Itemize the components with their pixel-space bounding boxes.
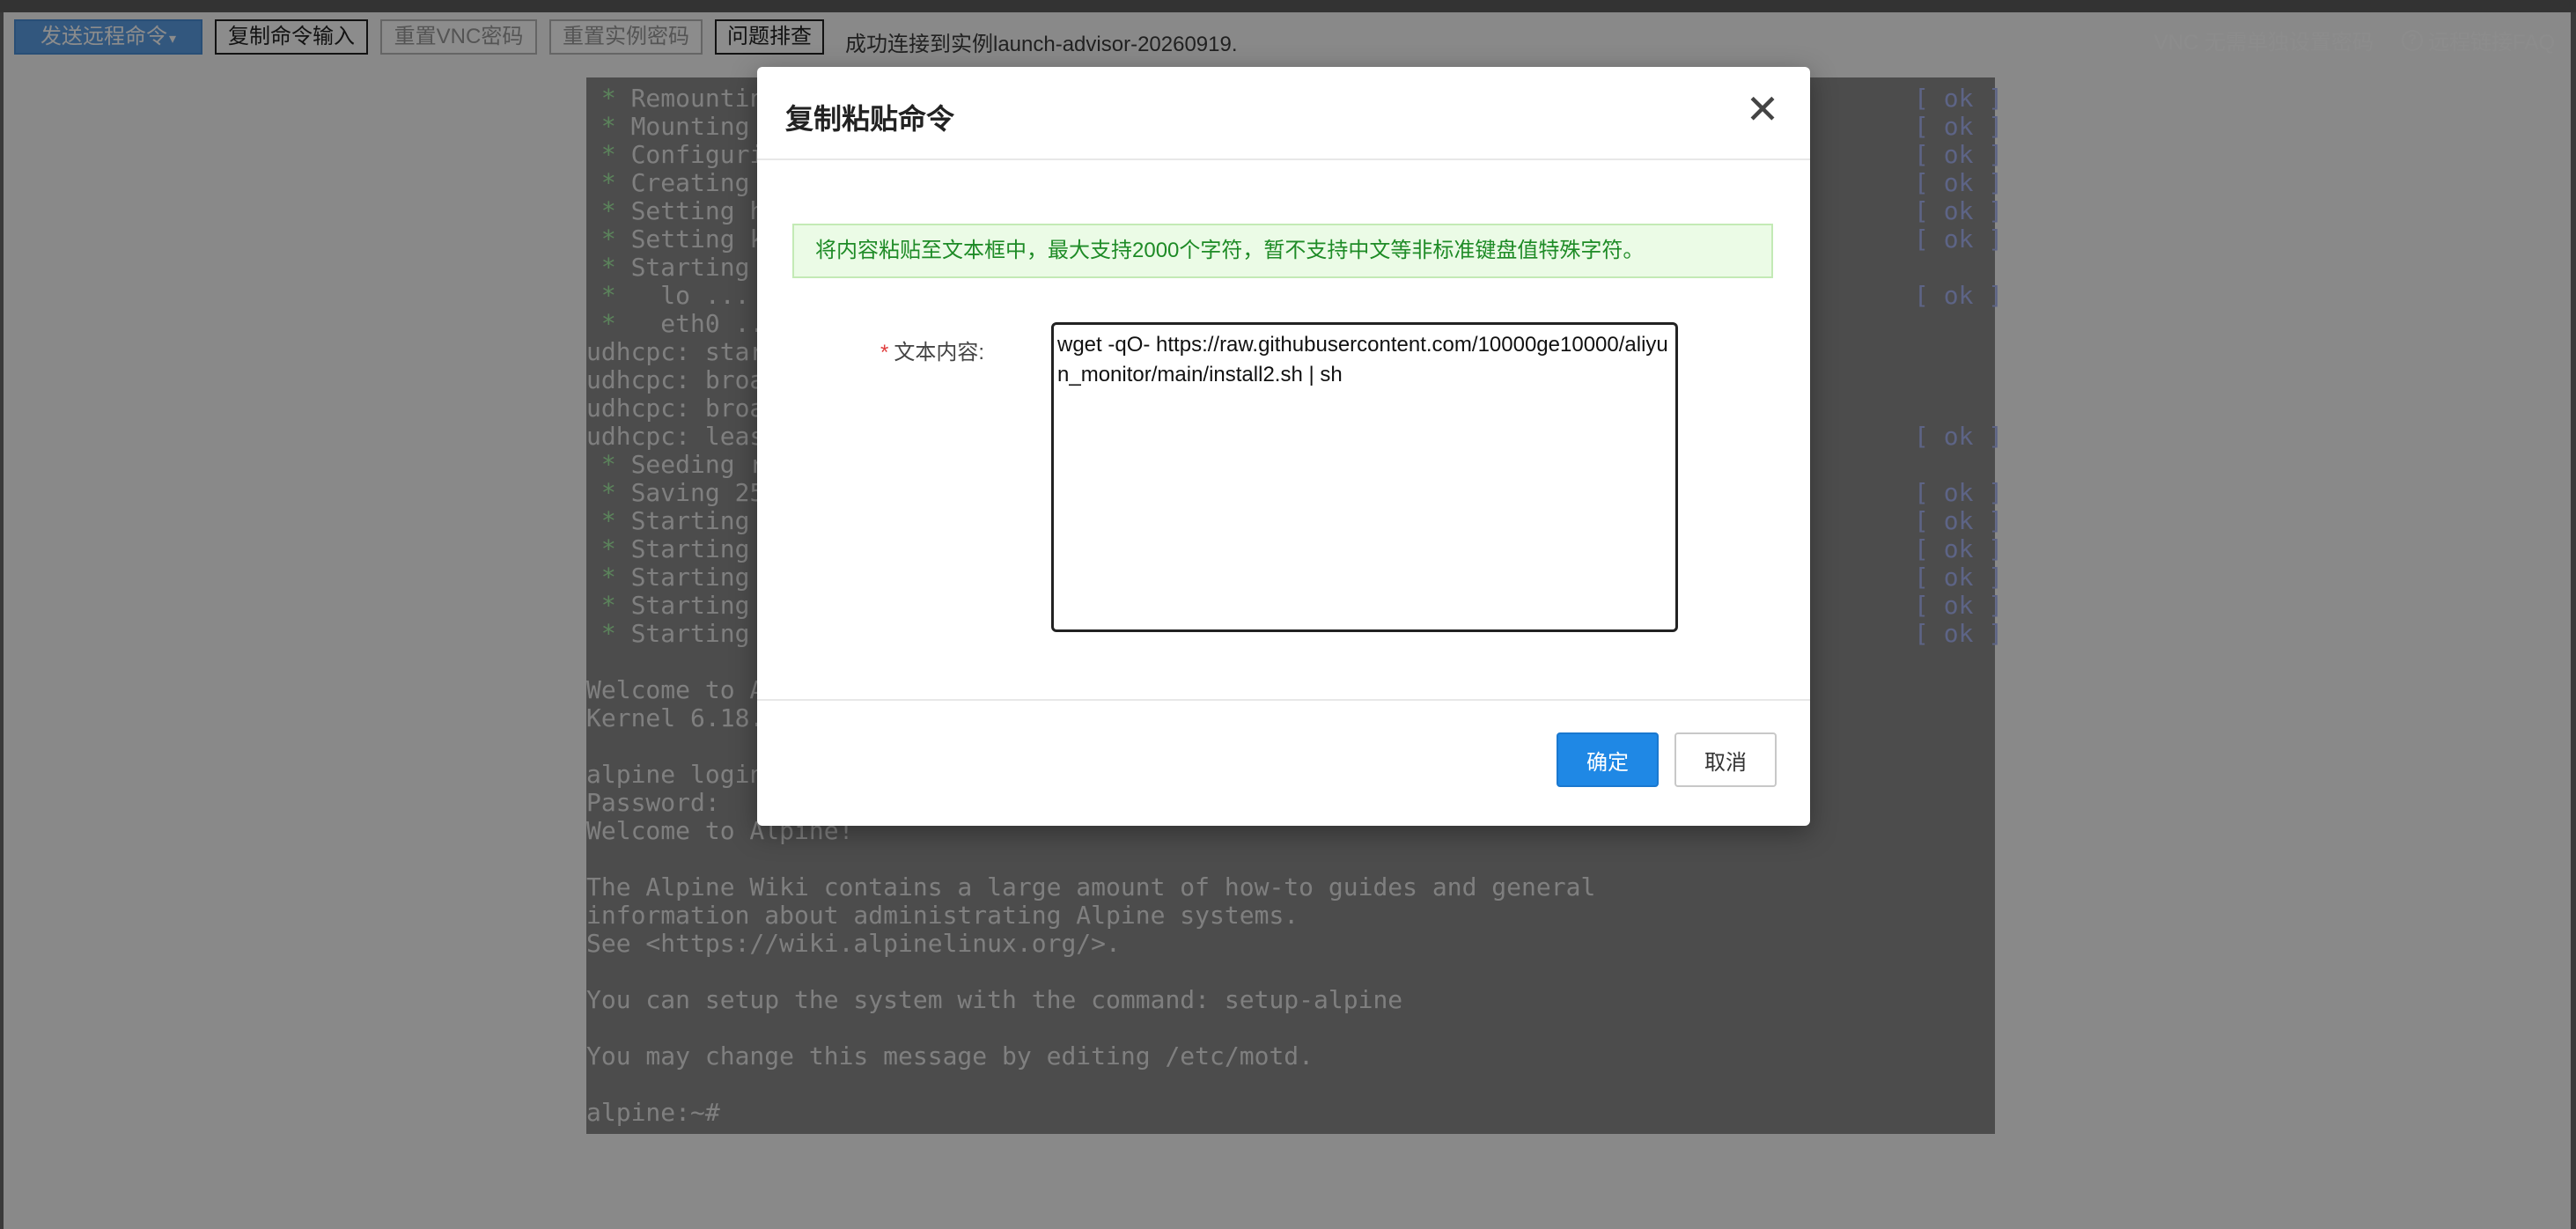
text-content-label: * 文本内容: <box>880 335 984 365</box>
copy-paste-dialog: 复制粘贴命令 ✕ 将内容粘贴至文本框中，最大支持2000个字符，暂不支持中文等非… <box>757 67 1810 826</box>
dialog-header: 复制粘贴命令 ✕ <box>757 67 1810 160</box>
dialog-title: 复制粘贴命令 <box>785 103 955 135</box>
confirm-button[interactable]: 确定 <box>1557 732 1659 787</box>
cancel-button[interactable]: 取消 <box>1674 732 1777 787</box>
close-icon[interactable]: ✕ <box>1741 88 1784 130</box>
field-label-text: 文本内容: <box>894 341 985 364</box>
dialog-footer: 确定 取消 <box>757 699 1810 826</box>
text-content-input[interactable]: wget -qO- https://raw.githubusercontent.… <box>1051 322 1678 632</box>
vnc-console: 发送远程命令 ▾ 复制命令输入 重置VNC密码 重置实例密码 问题排查 成功连接到… <box>4 12 2571 1229</box>
window-frame <box>0 0 2576 12</box>
notice-banner: 将内容粘贴至文本框中，最大支持2000个字符，暂不支持中文等非标准键盘值特殊字符… <box>792 224 1773 278</box>
required-mark: * <box>880 341 889 364</box>
